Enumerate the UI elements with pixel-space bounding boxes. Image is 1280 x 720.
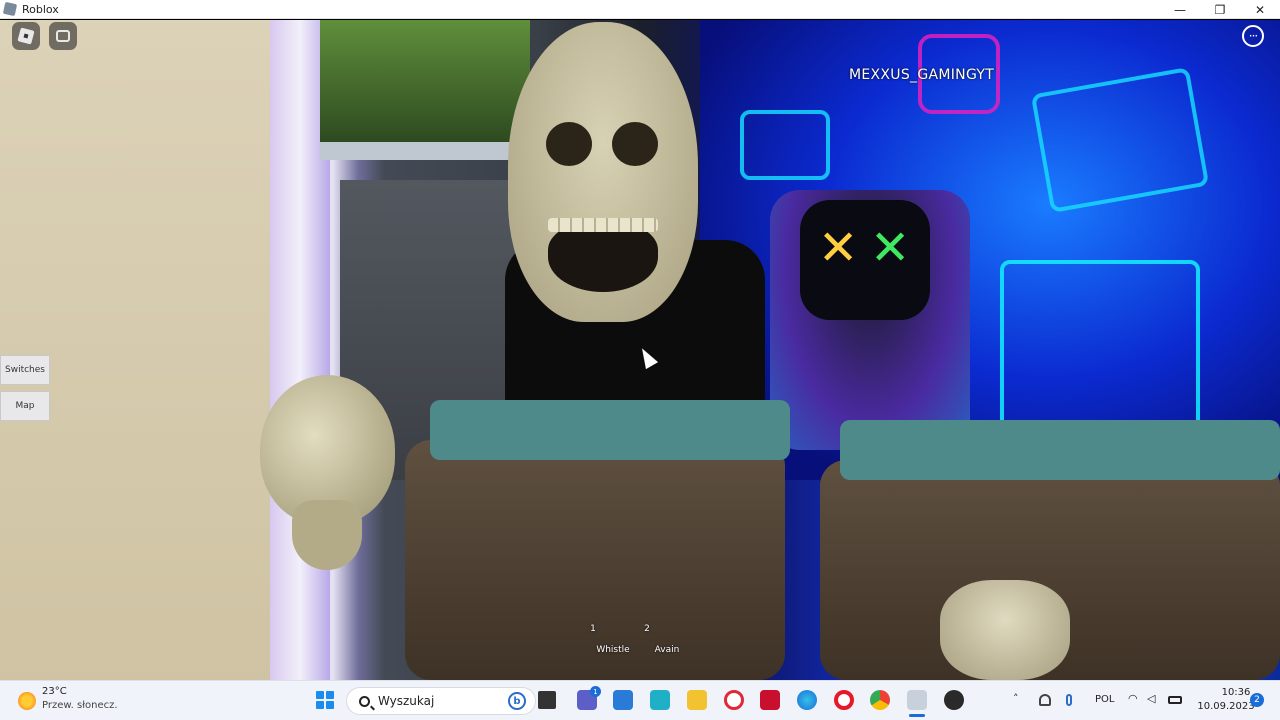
bus-wall [0,20,300,680]
switches-button[interactable]: Switches [0,355,50,385]
volume-icon[interactable]: ◁ [1147,692,1155,705]
search-placeholder: Wyszukaj [378,694,435,708]
windows-logo-icon [326,691,334,699]
mask-eye: ✕ [870,220,911,276]
map-button[interactable]: Map [0,391,50,421]
skull-mouth [548,222,658,292]
notification-badge[interactable]: 2 [1250,693,1264,707]
skull-eye [612,122,658,166]
store-icon[interactable] [613,690,633,710]
hotbar-slot-avain[interactable]: 2 Avain [637,624,697,674]
skull-teeth [548,218,658,232]
task-view-icon[interactable] [538,691,556,709]
chrome-icon[interactable] [870,690,890,710]
roblox-app-icon [2,1,18,17]
roblox-taskbar-icon[interactable] [907,690,927,710]
chat-icon [56,30,70,42]
obs-icon[interactable] [944,690,964,710]
seat-headrest [840,420,1280,480]
active-app-indicator [909,714,925,717]
neon-swirl [740,110,830,180]
microphone-icon[interactable] [1066,694,1072,706]
windows-logo-icon [326,701,334,709]
bus-window-view [320,20,530,160]
windows-taskbar [0,680,1280,720]
bing-icon[interactable]: b [508,692,526,710]
player-name-tag: MEXXUS_GAMINGYT [849,67,995,83]
close-button[interactable]: ✕ [1240,0,1280,19]
game-viewport[interactable]: ✕ ✕ ··· MEXXUS_GAMINGYT Switches Map 1 W… [0,20,1280,680]
skeleton-avatar-head [508,22,698,322]
roblox-logo-icon [17,27,35,45]
windows-logo-icon [316,701,324,709]
seat-headrest [430,400,790,460]
mask-eye: ✕ [818,220,859,276]
tray-overflow-chevron-icon[interactable]: ˄ [1013,692,1019,705]
clock-date[interactable]: 10.09.2023 [1196,701,1256,712]
wifi-icon[interactable]: ◠ [1128,692,1138,705]
more-options-button[interactable]: ··· [1242,25,1264,47]
hotbar-slot-label: Avain [654,645,680,655]
minimize-button[interactable]: — [1160,0,1200,19]
windows-logo-icon [316,691,324,699]
battery-icon[interactable] [1168,696,1182,704]
hotbar-slot-number: 2 [644,624,650,634]
cloud-icon[interactable] [1039,694,1051,706]
maximize-button[interactable]: ❐ [1200,0,1240,19]
chat-toggle-button[interactable] [49,22,77,50]
weather-temperature[interactable]: 23°C [42,686,67,697]
weather-description[interactable]: Przew. słonecz. [42,700,118,711]
floating-skull-jaw [292,500,362,570]
start-button[interactable] [316,691,334,709]
player-avatar-mask: ✕ ✕ [800,200,930,320]
skull-on-seat [940,580,1070,680]
language-indicator[interactable]: POL [1095,694,1114,705]
neon-outline [1000,260,1200,430]
mcafee-icon[interactable] [760,690,780,710]
window-title: Roblox [22,2,59,16]
folder-icon[interactable] [687,690,707,710]
opera-icon[interactable] [834,690,854,710]
hotbar-slot-label: Whistle [596,645,630,655]
window-controls: — ❐ ✕ [1160,0,1280,19]
roblox-menu-button[interactable] [12,22,40,50]
weather-sun-icon[interactable] [18,692,36,710]
edge-icon[interactable] [797,690,817,710]
search-icon [359,695,370,707]
opera-gx-icon[interactable] [724,690,744,710]
l-app-icon[interactable] [650,690,670,710]
chat-badge: 1 [590,686,601,697]
skull-eye [546,122,592,166]
roblox-window: Roblox — ❐ ✕ ✕ ✕ ··· MEXXUS_GAMINGYT Swi… [0,0,1280,720]
title-bar: Roblox — ❐ ✕ [0,0,1280,19]
